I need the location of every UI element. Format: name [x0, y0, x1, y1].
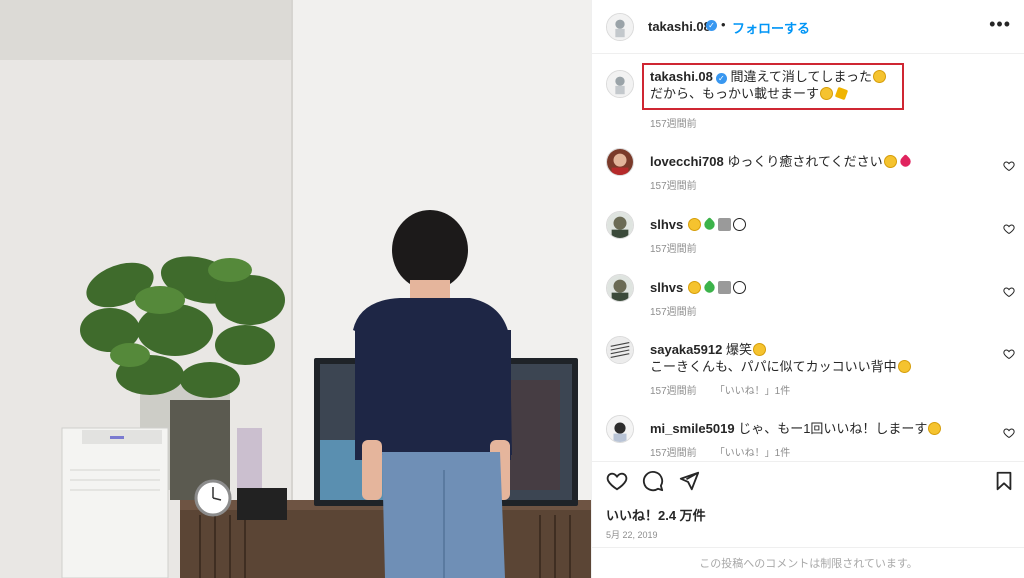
comment-item: lovecchi708 ゆっくり癒されてください 157週間前 [592, 148, 1024, 208]
comment-item: slhvs 157週間前 [592, 274, 1024, 334]
sparkle-emoji-icon [834, 86, 849, 101]
caption-username[interactable]: takashi.08 [650, 69, 713, 84]
commenter-avatar[interactable] [606, 415, 634, 443]
like-comment-heart-icon[interactable] [1003, 286, 1015, 298]
like-comment-heart-icon[interactable] [1003, 223, 1015, 235]
sad-face-emoji-icon [872, 70, 886, 83]
post-actions: いいね！2.4 万件 5月 22, 2019 この投稿へのコメントは制限されてい… [592, 461, 1024, 578]
like-comment-heart-icon[interactable] [1003, 427, 1015, 439]
comments-list[interactable]: takashi.08 ✓ 間違えて消してしまった だから、もっかい載せまーす 15… [592, 55, 1024, 461]
commenter-avatar[interactable] [606, 211, 634, 239]
comment-meta: 157週間前 「いいね！」1件 [650, 386, 791, 397]
commenter-username[interactable]: sayaka5912 [650, 342, 722, 357]
author-username[interactable]: takashi.08 [648, 19, 711, 34]
commenter-username[interactable]: mi_smile5019 [650, 421, 735, 436]
post-header: takashi.08 ✓ • フォローする ••• [592, 0, 1024, 54]
commenter-avatar[interactable] [606, 274, 634, 302]
comment-time: 157週間前 [650, 181, 697, 192]
comment-bubble-icon[interactable] [642, 470, 664, 492]
commenter-avatar[interactable] [606, 148, 634, 176]
comment-time: 157週間前 [650, 244, 697, 255]
green-heart-emoji-icon [702, 280, 717, 295]
comment-text: 爆笑 [725, 342, 752, 357]
comment-item: slhvs 157週間前 [592, 211, 1024, 271]
heart-outline-icon[interactable] [606, 470, 628, 492]
bookmark-icon[interactable] [993, 470, 1015, 492]
caption-line-2: だから、もっかい載せまーす [650, 86, 820, 101]
like-count[interactable]: いいね！2.4 万件 [606, 505, 706, 524]
comments-restricted-notice: この投稿へのコメントは制限されています。 [592, 547, 1024, 578]
like-comment-heart-icon[interactable] [1003, 348, 1015, 360]
comment-item: sayaka5912 爆笑 こーきくんも、パパに似てカッコいい背中 157週間前… [592, 336, 1024, 406]
caption-line-1: 間違えて消してしまった [730, 69, 872, 84]
comment-text: ゆっくり癒されてください [727, 154, 883, 169]
verified-badge-icon: ✓ [706, 20, 717, 31]
laughing-face-emoji-icon [820, 87, 834, 100]
commenter-username[interactable]: slhvs [650, 280, 683, 295]
megaphone-emoji-icon [717, 281, 731, 294]
paper-plane-icon[interactable] [678, 470, 700, 492]
comment-text-2: こーきくんも、パパに似てカッコいい背中 [650, 359, 897, 374]
more-options-icon[interactable]: ••• [989, 14, 1011, 35]
commenter-username[interactable]: slhvs [650, 217, 683, 232]
comment-time: 157週間前 [650, 307, 697, 318]
smiling-face-emoji-icon [883, 155, 897, 168]
laughing-face-emoji-icon [687, 218, 701, 231]
soccer-ball-emoji-icon [732, 218, 746, 231]
commenter-avatar[interactable] [606, 336, 634, 364]
grinning-face-emoji-icon [928, 422, 942, 435]
heart-eyes-emoji-icon [897, 360, 911, 373]
comment-likes[interactable]: 「いいね！」1件 [715, 386, 791, 397]
comment-likes[interactable]: 「いいね！」1件 [715, 448, 791, 459]
post-image [0, 0, 591, 578]
heart-emoji-icon [897, 154, 913, 169]
commenter-username[interactable]: lovecchi708 [650, 154, 724, 169]
verified-badge-icon: ✓ [715, 73, 727, 84]
comment-meta: 157週間前 「いいね！」1件 [650, 448, 791, 459]
laughing-face-emoji-icon [752, 343, 766, 356]
caption-time: 157週間前 [650, 119, 697, 130]
post-photo[interactable] [0, 0, 591, 578]
caption-avatar[interactable] [606, 70, 634, 98]
post-side-panel: takashi.08 ✓ • フォローする ••• takashi.08 ✓ 間違… [591, 0, 1024, 578]
comment-text: じゃ、もー1回いいね！しまーす [738, 421, 928, 436]
green-heart-emoji-icon [702, 217, 717, 232]
like-comment-heart-icon[interactable] [1003, 160, 1015, 172]
comment-item: mi_smile5019 じゃ、もー1回いいね！しまーす 157週間前 「いいね！… [592, 415, 1024, 461]
post-date[interactable]: 5月 22, 2019 [606, 528, 658, 541]
separator-dot: • [721, 17, 726, 32]
soccer-ball-emoji-icon [732, 281, 746, 294]
laughing-face-emoji-icon [687, 281, 701, 294]
caption-text: takashi.08 ✓ 間違えて消してしまった だから、もっかい載せまーす [650, 68, 930, 102]
author-avatar[interactable] [606, 13, 634, 41]
megaphone-emoji-icon [717, 218, 731, 231]
follow-button[interactable]: フォローする [732, 18, 810, 37]
